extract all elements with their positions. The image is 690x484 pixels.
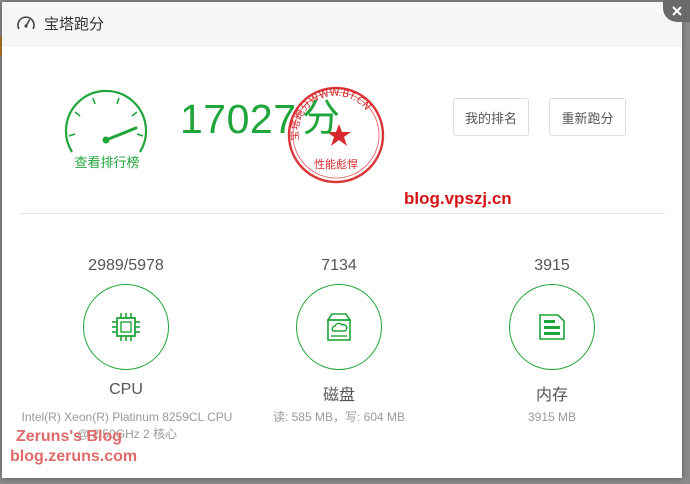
cpu-score: 2989/5978	[88, 257, 164, 274]
memory-score-circle	[509, 284, 595, 370]
close-button[interactable]	[663, 0, 690, 22]
watermark-zeruns-url: blog.zeruns.com	[10, 448, 138, 465]
my-rank-button[interactable]: 我的排名	[453, 98, 529, 136]
total-score: 17027	[180, 96, 297, 142]
close-icon	[663, 0, 690, 22]
gauge-icon	[64, 90, 148, 153]
watermark-vpszj: blog.vpszj.cn	[404, 189, 512, 208]
seal-subtext: 性能彪悍	[314, 157, 358, 171]
retest-button[interactable]: 重新跑分	[549, 98, 626, 136]
watermark-zeruns-title: Zeruns's Blog	[16, 428, 123, 445]
cpu-label: CPU	[109, 381, 143, 398]
disk-label: 磁盘	[322, 387, 355, 404]
disk-detail: 读: 585 MB，写: 604 MB	[272, 410, 406, 424]
memory-score: 3915	[534, 257, 570, 274]
section-divider	[20, 213, 665, 214]
memory-icon	[539, 314, 565, 340]
cpu-score-circle	[83, 284, 169, 370]
memory-label: 内存	[535, 387, 568, 404]
score-unit: 分	[302, 98, 341, 140]
view-leaderboard-link[interactable]: 查看排行榜	[42, 152, 172, 171]
benchmark-dialog: 宝塔跑分 查看排行榜 17027 宝塔跑分WWW.BT.CN 性能彪悍 分 我的…	[2, 2, 682, 478]
disk-icon	[326, 313, 352, 341]
disk-score: 7134	[321, 257, 357, 274]
dialog-header: 宝塔跑分	[2, 2, 682, 46]
disk-score-circle	[296, 284, 382, 370]
cpu-icon	[112, 313, 140, 341]
memory-detail: 3915 MB	[527, 410, 577, 424]
speedometer-icon	[16, 14, 36, 34]
dialog-title: 宝塔跑分	[44, 16, 105, 33]
